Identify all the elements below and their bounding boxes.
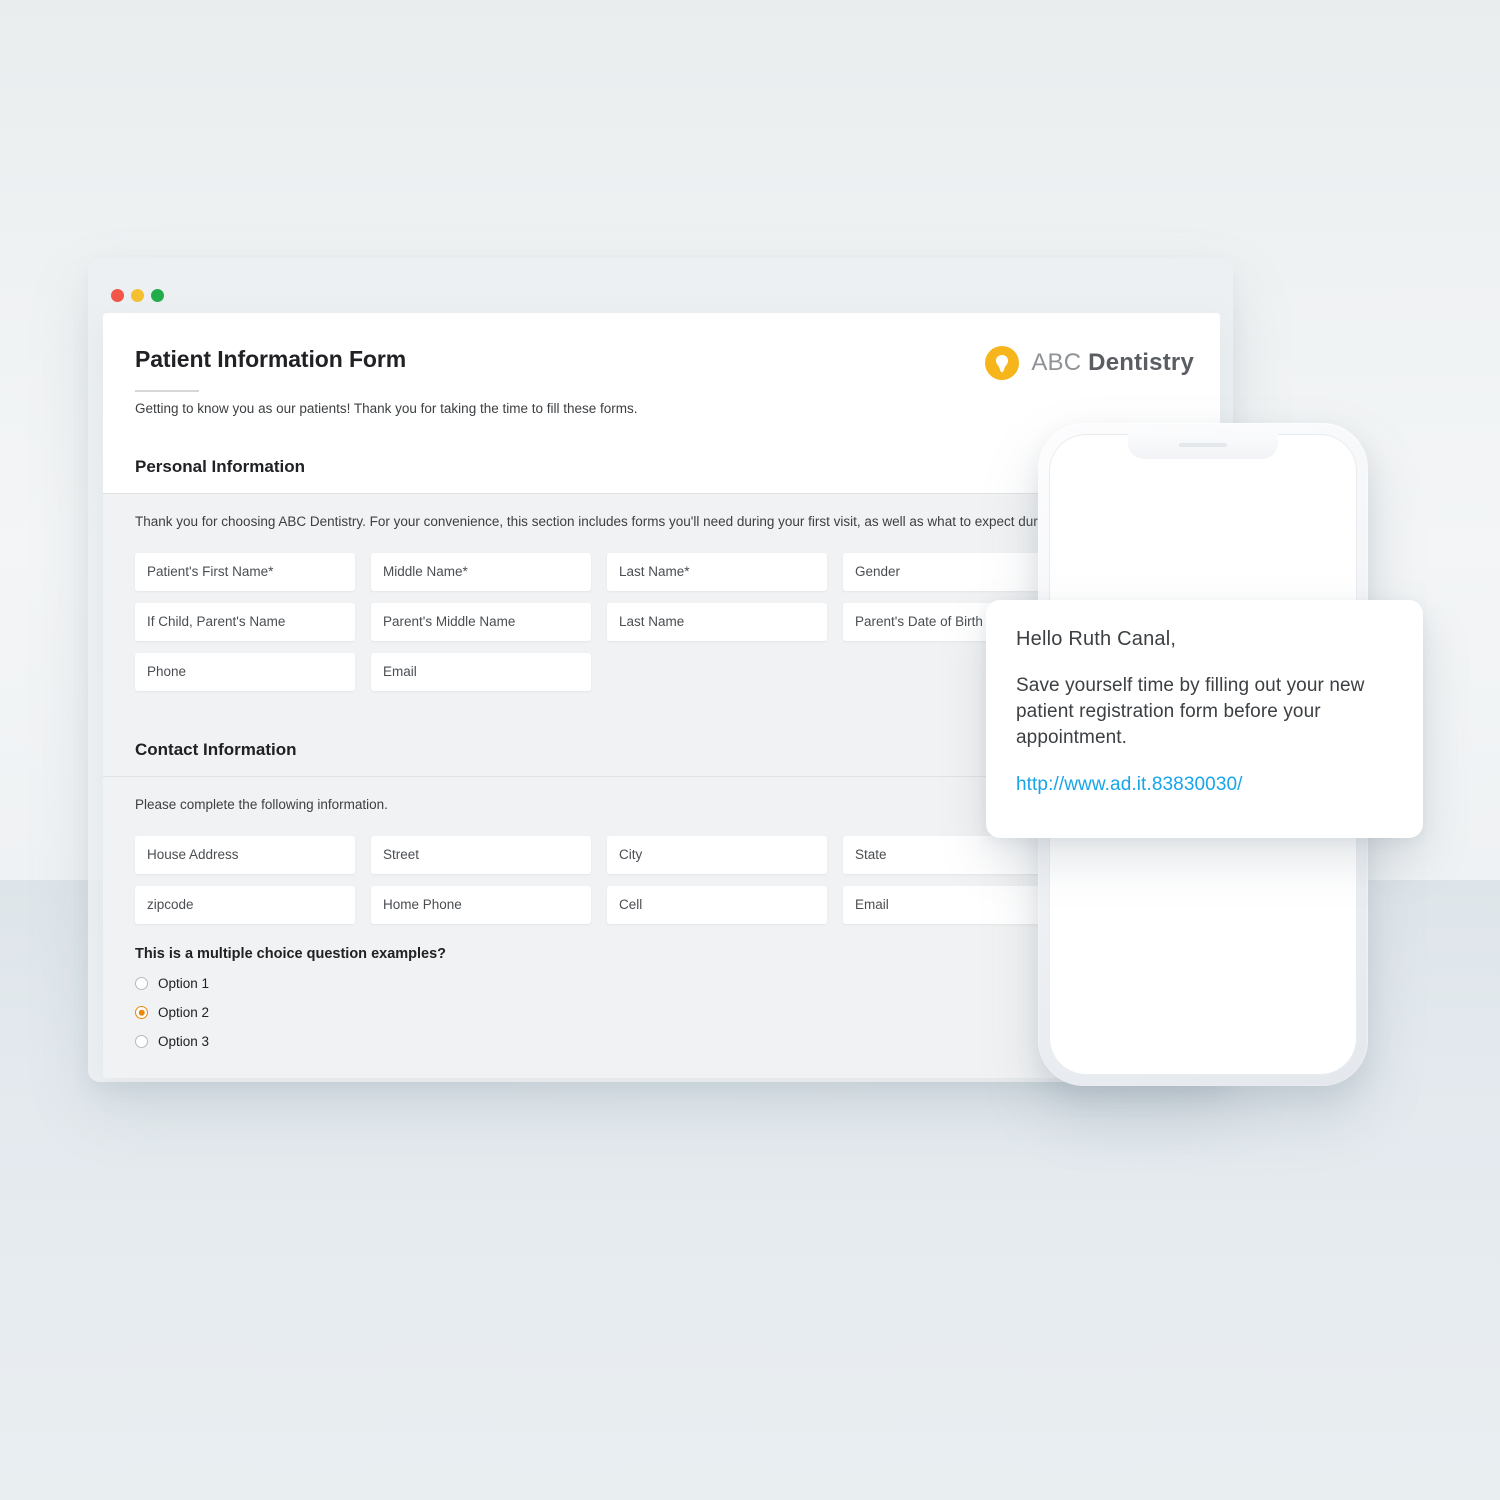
field-patient-first-name[interactable]: Patient's First Name* xyxy=(135,552,355,591)
radio-label: Option 2 xyxy=(158,1005,210,1020)
field-zipcode[interactable]: zipcode xyxy=(135,885,355,924)
form-subtitle: Getting to know you as our patients! Tha… xyxy=(135,401,638,416)
field-label: City xyxy=(619,847,643,863)
field-last-name[interactable]: Last Name* xyxy=(607,552,827,591)
field-label: Last Name xyxy=(619,614,685,630)
field-phone[interactable]: Phone xyxy=(135,652,355,691)
brand-bold-word: Dentistry xyxy=(1088,349,1194,376)
field-label: Last Name* xyxy=(619,564,690,580)
field-label: Gender xyxy=(855,564,901,580)
brand-logo: ABC Dentistry xyxy=(985,346,1194,380)
field-label: Parent's Date of Birth xyxy=(855,614,983,630)
field-email[interactable]: Email xyxy=(371,652,591,691)
window-minimize-dot[interactable] xyxy=(131,289,144,302)
tooth-icon xyxy=(985,346,1020,380)
field-label: Street xyxy=(383,847,420,863)
field-home-phone[interactable]: Home Phone xyxy=(371,885,591,924)
field-middle-name[interactable]: Middle Name* xyxy=(371,552,591,591)
field-child-parent-name[interactable]: If Child, Parent's Name xyxy=(135,602,355,641)
field-label: Phone xyxy=(147,664,187,680)
notification-greeting: Hello Ruth Canal, xyxy=(1016,628,1177,650)
field-city[interactable]: City xyxy=(607,835,827,874)
field-label: Email xyxy=(383,664,417,680)
title-divider xyxy=(135,390,199,392)
field-label: Home Phone xyxy=(383,897,462,913)
phone-notch xyxy=(1128,434,1278,459)
window-close-dot[interactable] xyxy=(111,289,124,302)
field-gender[interactable]: Gender xyxy=(843,552,1063,591)
page-title: Patient Information Form xyxy=(135,346,407,372)
field-cell[interactable]: Cell xyxy=(607,885,827,924)
field-label: Patient's First Name* xyxy=(147,564,274,580)
field-label: Cell xyxy=(619,897,643,913)
brand-text: ABC Dentistry xyxy=(1031,349,1194,377)
notification-body: Save yourself time by filling out your n… xyxy=(1016,675,1365,749)
field-label: State xyxy=(855,847,887,863)
radio-icon[interactable] xyxy=(135,977,148,990)
radio-label: Option 1 xyxy=(158,976,210,991)
field-label: Middle Name* xyxy=(383,564,468,580)
grid-spacer xyxy=(607,653,827,691)
brand-light-word: ABC xyxy=(1031,349,1082,376)
field-house-address[interactable]: House Address xyxy=(135,835,355,874)
phone-speaker-icon xyxy=(1179,443,1227,447)
notification-link[interactable]: http://www.ad.it.83830030/ xyxy=(1016,774,1393,796)
browser-titlebar xyxy=(88,258,1233,313)
radio-label: Option 3 xyxy=(158,1034,210,1049)
notification-card: Hello Ruth Canal, Save yourself time by … xyxy=(986,600,1423,838)
window-maximize-dot[interactable] xyxy=(151,289,164,302)
field-parent-last-name[interactable]: Last Name xyxy=(607,602,827,641)
field-label: Email xyxy=(855,897,889,913)
field-parent-middle-name[interactable]: Parent's Middle Name xyxy=(371,602,591,641)
field-state[interactable]: State xyxy=(843,835,1063,874)
field-label: House Address xyxy=(147,847,239,863)
field-label: zipcode xyxy=(147,897,194,913)
field-contact-email[interactable]: Email xyxy=(843,885,1063,924)
field-label: If Child, Parent's Name xyxy=(147,614,286,630)
field-street[interactable]: Street xyxy=(371,835,591,874)
radio-icon-selected[interactable] xyxy=(135,1006,148,1019)
radio-icon[interactable] xyxy=(135,1035,148,1048)
field-label: Parent's Middle Name xyxy=(383,614,516,630)
